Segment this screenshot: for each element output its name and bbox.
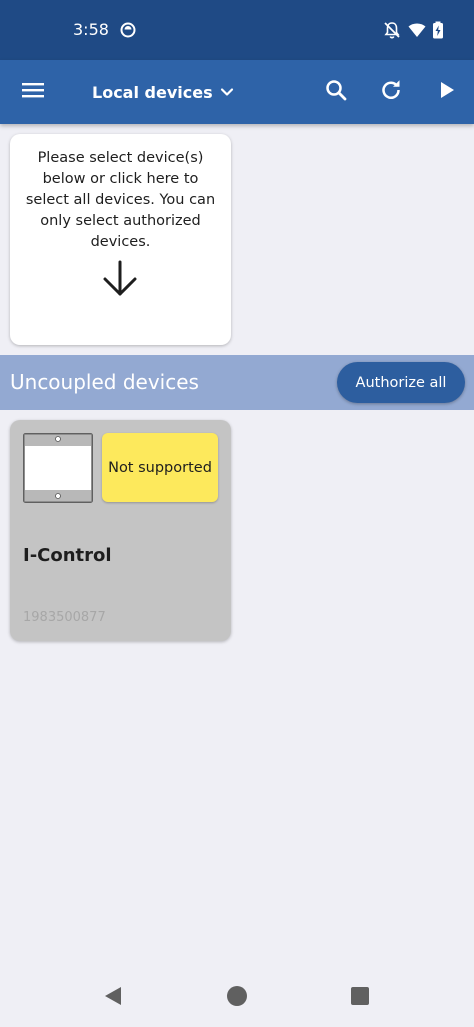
app-bar: Local devices <box>0 60 474 124</box>
wifi-icon <box>407 20 427 40</box>
battery-charging-icon <box>428 20 448 40</box>
back-icon <box>102 985 124 1011</box>
refresh-icon <box>379 78 403 106</box>
recents-button[interactable] <box>340 978 380 1018</box>
device-panel-icon <box>23 433 93 503</box>
device-name: I-Control <box>23 545 112 566</box>
back-button[interactable] <box>93 978 133 1018</box>
notifications-off-icon <box>382 20 402 40</box>
search-button[interactable] <box>312 68 360 116</box>
device-serial: 1983500877 <box>23 610 106 625</box>
status-bar: 3:58 <box>0 0 474 60</box>
sync-circle-icon <box>118 20 138 40</box>
home-button[interactable] <box>217 978 257 1018</box>
refresh-button[interactable] <box>367 68 415 116</box>
section-title: Uncoupled devices <box>10 370 199 394</box>
status-time: 3:58 <box>73 20 109 39</box>
menu-icon <box>21 78 45 106</box>
select-all-card[interactable]: Please select device(s) below or click h… <box>10 134 231 345</box>
device-scope-dropdown[interactable]: Local devices <box>84 68 243 116</box>
menu-button[interactable] <box>9 68 57 116</box>
recents-icon <box>350 986 370 1010</box>
play-button[interactable] <box>423 68 471 116</box>
app-title: Local devices <box>92 82 213 102</box>
arrow-down-icon <box>100 259 140 299</box>
authorize-all-button[interactable]: Authorize all <box>337 362 465 403</box>
status-badge: Not supported <box>102 433 218 502</box>
system-nav-bar <box>0 969 474 1027</box>
home-icon <box>226 985 248 1011</box>
select-instructions: Please select device(s) below or click h… <box>25 150 216 250</box>
device-card[interactable]: Not supported I-Control 1983500877 <box>10 420 231 641</box>
play-icon <box>435 78 459 106</box>
uncoupled-devices-header: Uncoupled devices Authorize all <box>0 355 474 410</box>
chevron-down-icon <box>219 84 235 100</box>
search-icon <box>324 78 348 106</box>
